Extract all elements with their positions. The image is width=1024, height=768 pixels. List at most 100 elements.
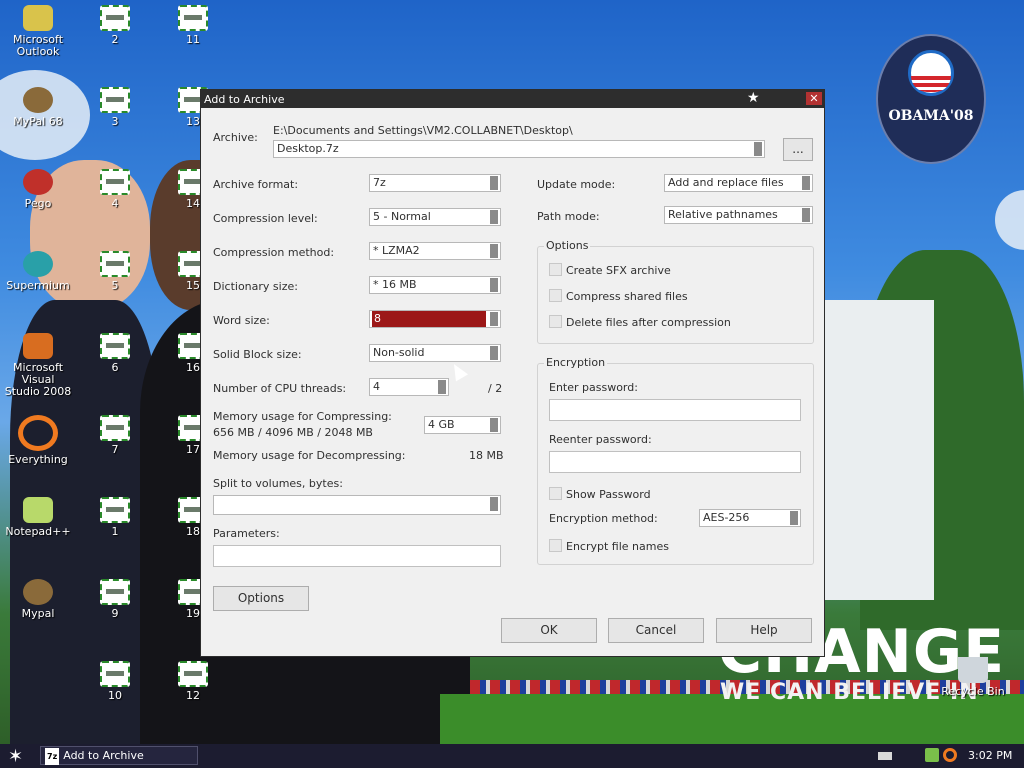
cancel-button[interactable]: Cancel [608, 618, 704, 643]
add-to-archive-dialog: Add to Archive ★ ✕ Archive: E:\Documents… [200, 89, 825, 657]
dropdown-arrow-icon[interactable] [490, 244, 498, 258]
dropdown-arrow-icon[interactable] [490, 497, 498, 511]
taskbar-clock[interactable]: 3:02 PM [968, 749, 1012, 762]
path-mode-combo[interactable]: Relative pathnames [664, 206, 813, 224]
desktop-icon[interactable]: 2 [80, 5, 150, 46]
dropdown-arrow-icon[interactable] [490, 176, 498, 190]
close-button[interactable]: ✕ [806, 92, 822, 105]
star-icon: ✶ [8, 746, 24, 767]
network-icon[interactable] [925, 748, 939, 762]
vs-icon [23, 333, 53, 359]
wallpaper-cloud [995, 190, 1024, 250]
desktop-icon[interactable]: Microsoft Outlook [3, 5, 73, 58]
desktop-icon-label: 2 [111, 33, 119, 46]
reenter-password-input[interactable] [549, 451, 801, 473]
checkbox-icon[interactable] [549, 539, 562, 552]
mypal-icon [23, 579, 53, 605]
dictionary-size-combo[interactable]: * 16 MB [369, 276, 501, 294]
browse-button[interactable]: ... [783, 138, 813, 161]
shortcut-icon [100, 169, 130, 195]
checkbox-icon[interactable] [549, 315, 562, 328]
desktop-icon[interactable]: 10 [80, 661, 150, 702]
dropdown-arrow-icon[interactable] [490, 210, 498, 224]
dropdown-arrow-icon[interactable] [490, 418, 498, 432]
taskbar: ✶ 7z Add to Archive [0, 744, 1024, 768]
ok-button[interactable]: OK [501, 618, 597, 643]
dropdown-arrow-icon[interactable] [802, 208, 810, 222]
create-sfx-checkbox[interactable]: Create SFX archive [549, 263, 671, 277]
shortcut-icon [100, 251, 130, 277]
dropdown-arrow-icon[interactable] [790, 511, 798, 525]
desktop-icon[interactable]: 1 [80, 497, 150, 538]
checkbox-icon[interactable] [549, 263, 562, 276]
word-size-combo[interactable]: 8 [369, 310, 501, 328]
desktop-icon[interactable]: MyPal 68 [3, 87, 73, 128]
desktop-icon[interactable]: Everything [3, 415, 73, 466]
dropdown-arrow-icon[interactable] [802, 176, 810, 190]
cpu-threads-label: Number of CPU threads: [213, 382, 347, 395]
dropdown-arrow-icon[interactable] [490, 278, 498, 292]
archive-format-value: 7z [373, 176, 386, 189]
encrypt-names-checkbox[interactable]: Encrypt file names [549, 539, 669, 553]
desktop-icon[interactable]: 5 [80, 251, 150, 292]
desktop-icon[interactable]: Pego [3, 169, 73, 210]
show-password-checkbox[interactable]: Show Password [549, 487, 651, 501]
enter-password-input[interactable] [549, 399, 801, 421]
desktop-icon[interactable]: 4 [80, 169, 150, 210]
encryption-method-combo[interactable]: AES-256 [699, 509, 801, 527]
desktop-icon[interactable]: Mypal [3, 579, 73, 620]
compression-method-label: Compression method: [213, 246, 335, 259]
shortcut-icon [100, 497, 130, 523]
desktop-icon[interactable]: 7 [80, 415, 150, 456]
encryption-group: Encryption Enter password: Reenter passw… [537, 356, 814, 565]
start-button[interactable]: ✶ [8, 746, 23, 767]
taskbar-item-add-to-archive[interactable]: 7z Add to Archive [40, 746, 198, 765]
dropdown-arrow-icon[interactable] [490, 312, 498, 326]
dictionary-size-value: * 16 MB [373, 278, 417, 291]
compression-level-combo[interactable]: 5 - Normal [369, 208, 501, 226]
mem-compress-combo[interactable]: 4 GB [424, 416, 501, 434]
archive-name-combo[interactable]: Desktop.7z [273, 140, 765, 158]
desktop-icon[interactable]: 11 [158, 5, 228, 46]
compression-method-combo[interactable]: * LZMA2 [369, 242, 501, 260]
dropdown-arrow-icon[interactable] [754, 142, 762, 156]
solid-block-combo[interactable]: Non-solid [369, 344, 501, 362]
help-button[interactable]: Help [716, 618, 812, 643]
checkbox-icon[interactable] [549, 487, 562, 500]
desktop-icon-label: 11 [186, 33, 200, 46]
desktop-icon-label: Supermium [6, 279, 70, 292]
word-size-label: Word size: [213, 314, 270, 327]
compress-shared-checkbox[interactable]: Compress shared files [549, 289, 688, 303]
parameters-input[interactable] [213, 545, 501, 567]
star-icon[interactable]: ★ [747, 90, 760, 106]
compression-level-label: Compression level: [213, 212, 318, 225]
desktop-icon[interactable]: Notepad++ [3, 497, 73, 538]
encryption-group-title: Encryption [544, 356, 608, 369]
enter-password-label: Enter password: [549, 381, 638, 394]
mypal-icon [23, 87, 53, 113]
delete-after-checkbox[interactable]: Delete files after compression [549, 315, 731, 329]
desktop-icon[interactable]: Recycle Bin [938, 657, 1008, 698]
desktop-icon[interactable]: Supermium [3, 251, 73, 292]
desktop-icon[interactable]: Microsoft Visual Studio 2008 [3, 333, 73, 398]
desktop-icon[interactable]: 3 [80, 87, 150, 128]
update-mode-combo[interactable]: Add and replace files [664, 174, 813, 192]
desktop-icon-label: Pego [24, 197, 52, 210]
cpu-threads-combo[interactable]: 4 [369, 378, 449, 396]
dialog-titlebar[interactable]: Add to Archive ★ ✕ [201, 90, 824, 108]
split-volumes-combo[interactable] [213, 495, 501, 515]
desktop-icon[interactable]: 6 [80, 333, 150, 374]
split-volumes-label: Split to volumes, bytes: [213, 477, 343, 490]
checkbox-icon[interactable] [549, 289, 562, 302]
compress-shared-label: Compress shared files [566, 290, 688, 303]
desktop-icon[interactable]: 12 [158, 661, 228, 702]
keyboard-icon[interactable] [878, 752, 892, 760]
desktop-icon-label: 3 [111, 115, 119, 128]
desktop-icon[interactable]: 9 [80, 579, 150, 620]
options-button[interactable]: Options [213, 586, 309, 611]
everything-tray-icon[interactable] [943, 748, 957, 762]
archive-format-combo[interactable]: 7z [369, 174, 501, 192]
dropdown-arrow-icon[interactable] [438, 380, 446, 394]
dropdown-arrow-icon[interactable] [490, 346, 498, 360]
wallpaper-white-house [824, 300, 934, 600]
